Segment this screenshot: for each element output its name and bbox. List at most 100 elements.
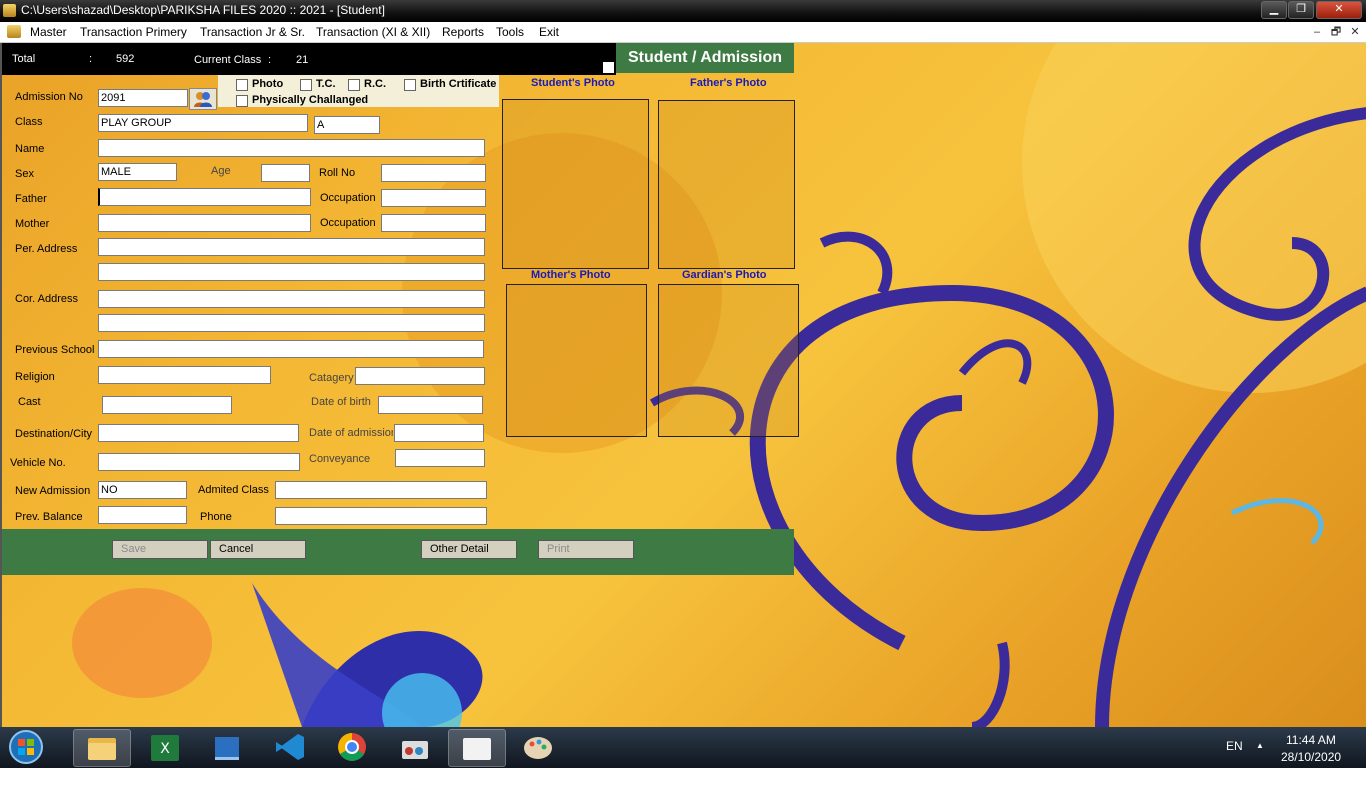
svg-text:X: X [160, 741, 170, 757]
taskbar-paint[interactable] [510, 729, 566, 765]
date-of-admission-input[interactable] [394, 424, 484, 442]
age-input[interactable] [261, 164, 310, 182]
clock-time[interactable]: 11:44 AM [1286, 733, 1336, 747]
roll-no-input[interactable] [381, 164, 486, 182]
phone-label: Phone [200, 511, 232, 523]
sex-input[interactable]: MALE [98, 163, 177, 181]
toolbox-icon [402, 741, 428, 759]
menu-bar: Master Transaction Primery Transaction J… [0, 22, 1366, 43]
cancel-button[interactable]: Cancel [210, 540, 306, 559]
cast-label: Cast [18, 396, 41, 408]
chrome-icon [338, 733, 366, 761]
language-indicator[interactable]: EN [1226, 739, 1243, 753]
religion-label: Religion [15, 371, 55, 383]
tc-checkbox[interactable] [300, 79, 312, 91]
previous-school-input[interactable] [98, 340, 484, 358]
physically-challenged-checkbox[interactable] [236, 95, 248, 107]
small-white-marker [603, 62, 614, 73]
cast-input[interactable] [102, 396, 232, 414]
father-input[interactable] [98, 188, 311, 206]
search-student-button[interactable] [189, 88, 217, 110]
date-of-birth-input[interactable] [378, 396, 483, 414]
class-input[interactable]: PLAY GROUP [98, 114, 308, 132]
vehicle-no-input[interactable] [98, 453, 300, 471]
taskbar-tools-app[interactable] [386, 729, 442, 765]
windows-start-icon [9, 730, 43, 764]
menu-exit[interactable]: Exit [539, 25, 559, 39]
form-header: Student / Admission [616, 43, 794, 73]
guardian-photo-frame[interactable] [658, 284, 799, 437]
clock-date[interactable]: 28/10/2020 [1281, 750, 1341, 764]
mdi-close-button[interactable]: ✕ [1347, 25, 1363, 39]
taskbar-explorer[interactable] [73, 729, 131, 767]
print-button[interactable]: Print [538, 540, 634, 559]
minimize-button[interactable]: ▁ [1261, 1, 1287, 19]
mother-input[interactable] [98, 214, 311, 232]
rc-checkbox[interactable] [348, 79, 360, 91]
cor-address-line2-input[interactable] [98, 314, 485, 332]
menu-master[interactable]: Master [30, 25, 67, 39]
menu-reports[interactable]: Reports [442, 25, 484, 39]
father-photo-frame[interactable] [658, 100, 795, 269]
tray-expand-icon[interactable]: ▲ [1256, 741, 1264, 750]
status-strip [2, 43, 616, 75]
per-address-label: Per. Address [15, 243, 78, 255]
taskbar-vscode[interactable] [262, 729, 318, 765]
taskbar-active-app[interactable] [448, 729, 506, 767]
mother-label: Mother [15, 218, 50, 230]
total-value: 592 [116, 53, 135, 65]
menu-transaction-primary[interactable]: Transaction Primery [80, 25, 187, 39]
guardian-photo-label: Gardian's Photo [682, 269, 767, 281]
mother-occupation-label: Occupation [320, 217, 376, 229]
section-input[interactable]: A [314, 116, 380, 134]
student-photo-label: Student's Photo [531, 77, 615, 89]
save-button[interactable]: Save [112, 540, 208, 559]
start-button[interactable] [6, 729, 46, 765]
close-button[interactable]: ✕ [1316, 1, 1362, 19]
taskbar-notepad-app[interactable] [199, 729, 255, 765]
vscode-icon [276, 734, 304, 760]
document-folder-icon [463, 738, 491, 760]
father-occupation-input[interactable] [381, 189, 486, 207]
mother-photo-frame[interactable] [506, 284, 647, 437]
window-title-bar: C:\Users\shazad\Desktop\PARIKSHA FILES 2… [0, 0, 1366, 22]
date-of-birth-label: Date of birth [311, 396, 371, 408]
mother-occupation-input[interactable] [381, 214, 486, 232]
admission-no-input[interactable]: 2091 [98, 89, 188, 107]
taskbar-excel[interactable]: X [137, 729, 193, 765]
name-input[interactable] [98, 139, 485, 157]
prev-balance-input[interactable] [98, 506, 187, 524]
cor-address-label: Cor. Address [15, 293, 78, 305]
mdi-minimize-button[interactable]: – [1309, 25, 1325, 39]
other-detail-button[interactable]: Other Detail [421, 540, 517, 559]
mdi-restore-button[interactable]: 🗗 [1328, 25, 1344, 39]
category-input[interactable] [355, 367, 485, 385]
per-address-line1-input[interactable] [98, 238, 485, 256]
folder-icon [88, 738, 116, 760]
admitted-class-label: Admited Class [198, 484, 269, 496]
per-address-line2-input[interactable] [98, 263, 485, 281]
menu-transaction-xi-xii[interactable]: Transaction (XI & XII) [316, 25, 430, 39]
name-label: Name [15, 143, 45, 155]
screen-bottom-margin [0, 768, 1366, 795]
photo-checkbox-label: Photo [252, 78, 284, 90]
menu-transaction-jr-sr[interactable]: Transaction Jr & Sr. [200, 25, 305, 39]
destination-city-input[interactable] [98, 424, 299, 442]
student-photo-frame[interactable] [502, 99, 649, 269]
birth-certificate-checkbox[interactable] [404, 79, 416, 91]
users-icon [194, 92, 212, 107]
cor-address-line1-input[interactable] [98, 290, 485, 308]
birth-certificate-label: Birth Crtificate [420, 78, 497, 90]
physically-challenged-label: Physically Challanged [252, 94, 369, 106]
maximize-button[interactable]: ❐ [1288, 1, 1314, 19]
taskbar-chrome[interactable] [324, 729, 380, 765]
photo-checkbox[interactable] [236, 79, 248, 91]
phone-input[interactable] [275, 507, 487, 525]
admitted-class-input[interactable] [275, 481, 487, 499]
religion-input[interactable] [98, 366, 271, 384]
conveyance-input[interactable] [395, 449, 485, 467]
menu-tools[interactable]: Tools [496, 25, 524, 39]
destination-city-label: Destination/City [15, 428, 93, 440]
date-of-admission-label: Date of admission [309, 427, 393, 439]
new-admission-input[interactable]: NO [98, 481, 187, 499]
